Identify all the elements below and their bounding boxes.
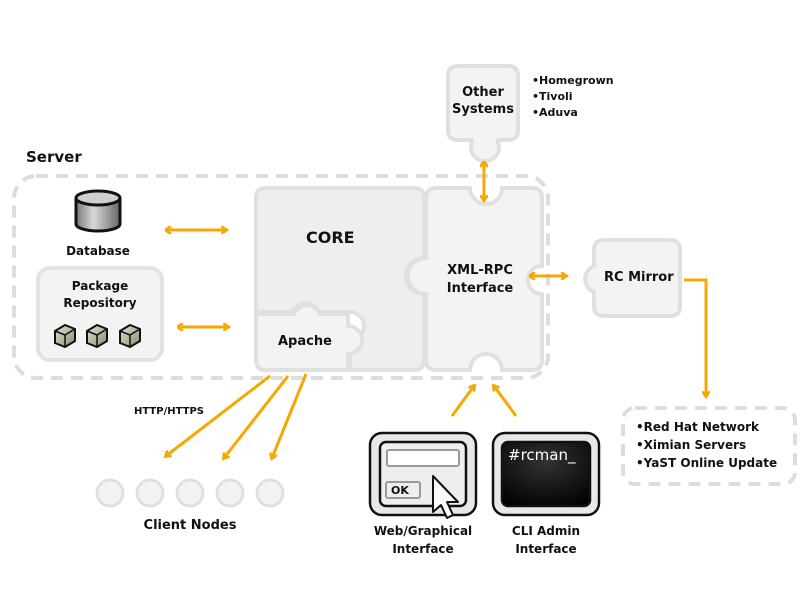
apache-label: Apache xyxy=(278,334,332,349)
web-interface-icon xyxy=(368,431,478,519)
client-node xyxy=(135,478,165,508)
cli-interface-label-line1: CLI Admin xyxy=(511,524,581,538)
client-node xyxy=(215,478,245,508)
cli-interface-label: CLI Admin Interface xyxy=(494,522,598,558)
other-systems-label-line2: Systems xyxy=(452,102,514,117)
web-interface-label-line1: Web/Graphical xyxy=(373,524,473,538)
database-icon xyxy=(74,189,122,233)
arrow-rc-mirror-upstream xyxy=(684,278,706,396)
package-icon xyxy=(86,323,108,349)
xmlrpc-label: XML-RPC Interface xyxy=(430,262,530,298)
xmlrpc-label-line1: XML-RPC xyxy=(447,263,513,278)
client-node xyxy=(95,478,125,508)
other-systems-item: Homegrown xyxy=(532,73,614,89)
core-label: CORE xyxy=(306,228,355,247)
arrow-apache-client-3 xyxy=(272,373,308,458)
database-label: Database xyxy=(66,244,130,258)
protocol-label: HTTP/HTTPS xyxy=(134,406,204,417)
arrow-cli-xmlrpc xyxy=(494,386,518,417)
client-nodes xyxy=(95,478,285,508)
other-systems-label: Other Systems xyxy=(446,84,520,118)
rc-mirror-label: RC Mirror xyxy=(604,270,674,285)
server-label: Server xyxy=(26,148,82,166)
cli-interface-label-line2: Interface xyxy=(515,542,577,556)
other-systems-item: Tivoli xyxy=(532,89,614,105)
upstream-source-item: Ximian Servers xyxy=(636,436,777,454)
upstream-sources-list: Red Hat Network Ximian Servers YaST Onli… xyxy=(636,418,777,472)
package-repository-label-line2: Repository xyxy=(63,296,137,310)
package-icons xyxy=(54,323,141,349)
web-interface-label-line2: Interface xyxy=(392,542,454,556)
package-icon xyxy=(54,323,76,349)
other-systems-label-line1: Other xyxy=(462,85,504,100)
client-nodes-label: Client Nodes xyxy=(143,518,237,533)
cli-prompt: #rcman_ xyxy=(508,446,576,464)
client-node xyxy=(175,478,205,508)
arrow-web-xmlrpc xyxy=(450,386,474,417)
web-text-field xyxy=(386,449,460,467)
upstream-source-item: YaST Online Update xyxy=(636,454,777,472)
xmlrpc-label-line2: Interface xyxy=(446,281,514,296)
other-systems-item: Aduva xyxy=(532,105,614,121)
upstream-source-item: Red Hat Network xyxy=(636,418,777,436)
package-repository-label-line1: Package xyxy=(71,279,129,293)
web-ok-button-label: OK xyxy=(391,484,409,497)
client-node xyxy=(255,478,285,508)
other-systems-list: Homegrown Tivoli Aduva xyxy=(532,73,614,121)
package-repository-label: Package Repository xyxy=(38,278,162,312)
package-icon xyxy=(119,323,141,349)
web-interface-label: Web/Graphical Interface xyxy=(356,522,490,558)
